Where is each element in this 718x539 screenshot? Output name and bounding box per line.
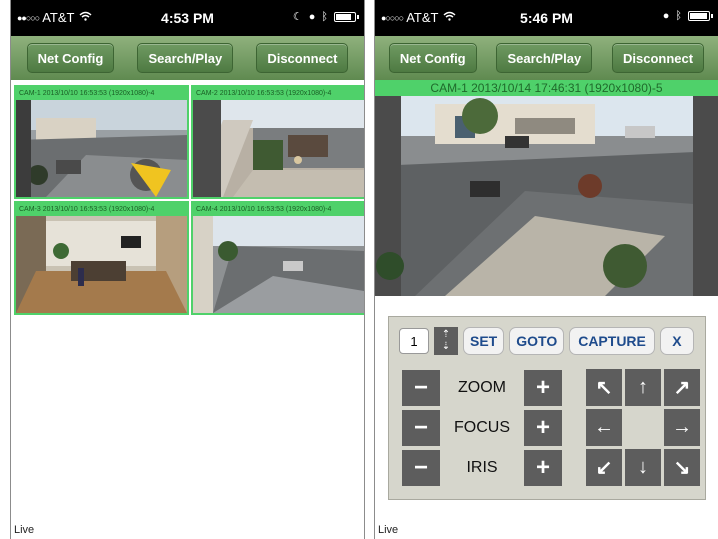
focus-label: FOCUS (454, 419, 510, 436)
camera-label: CAM-2 2013/10/10 16:53:53 (1920x1080)-4 (193, 87, 364, 100)
disconnect-button[interactable]: Disconnect (612, 43, 705, 73)
zoom-row: − ZOOM + (402, 369, 562, 407)
camera-tile-1[interactable]: CAM-1 2013/10/10 16:53:53 (1920x1080)-4 (14, 85, 189, 199)
status-icons: ☾ ● ᛒ (292, 10, 359, 23)
toolbar: Net Config Search/Play Disconnect (375, 36, 718, 80)
status-bar: ●○○○○ AT&T 5:46 PM ● ᛒ (375, 0, 718, 36)
pan-up-left-icon[interactable]: ↖ (586, 369, 622, 406)
live-label: Live (378, 524, 399, 536)
ptz-control-panel: 1 ⇡ ⇣ SET GOTO CAPTURE X − ZOOM + − FOCU… (388, 316, 706, 500)
camera-label: CAM-3 2013/10/10 16:53:53 (1920x1080)-4 (16, 203, 187, 216)
iris-plus-button[interactable]: + (524, 450, 562, 486)
camera-tile-4[interactable]: CAM-4 2013/10/10 16:53:53 (1920x1080)-4 (191, 201, 364, 315)
preset-number-field[interactable]: 1 (399, 328, 429, 354)
zoom-in-button[interactable]: + (524, 370, 562, 406)
tilt-up-icon[interactable]: ↑ (625, 369, 661, 406)
search-play-button[interactable]: Search/Play (137, 43, 234, 73)
lock-icon: ● (662, 10, 670, 22)
focus-row: − FOCUS + (402, 409, 562, 447)
battery-icon (334, 11, 359, 22)
pan-right-icon[interactable]: → (664, 409, 700, 446)
lens-controls: − ZOOM + − FOCUS + − IRIS + (402, 369, 562, 489)
zoom-label: ZOOM (458, 379, 506, 396)
camera-tile-3[interactable]: CAM-3 2013/10/10 16:53:53 (1920x1080)-4 (14, 201, 189, 315)
set-button[interactable]: SET (463, 327, 505, 355)
camera-grid: CAM-1 2013/10/10 16:53:53 (1920x1080)-4 … (14, 85, 364, 315)
search-play-button[interactable]: Search/Play (496, 43, 593, 73)
pan-up-right-icon[interactable]: ↗ (664, 369, 700, 406)
close-button[interactable]: X (659, 327, 694, 355)
camera-feed-4 (193, 216, 364, 313)
iris-label: IRIS (466, 459, 498, 476)
iris-minus-button[interactable]: − (402, 450, 440, 486)
pan-down-right-icon[interactable]: ↘ (664, 449, 700, 486)
arrow-down-icon: ⇣ (441, 341, 451, 352)
camera-label: CAM-4 2013/10/10 16:53:53 (1920x1080)-4 (193, 203, 364, 216)
camera-feed-2 (193, 100, 364, 197)
iris-row: − IRIS + (402, 449, 562, 487)
camera-label: CAM-1 2013/10/14 17:46:31 (1920x1080)-5 (375, 80, 718, 97)
dpad-center (625, 409, 661, 446)
capture-button[interactable]: CAPTURE (569, 327, 655, 355)
net-config-button[interactable]: Net Config (26, 43, 115, 73)
lock-icon: ● (308, 10, 316, 23)
pan-tilt-pad: ↖ ↑ ↗ ← → ↙ ↓ ↘ (586, 369, 700, 487)
arrow-up-icon: ⇡ (441, 329, 451, 340)
toolbar: Net Config Search/Play Disconnect (11, 36, 364, 80)
zoom-out-button[interactable]: − (402, 370, 440, 406)
camera-feed-3 (16, 216, 187, 313)
battery-icon (688, 11, 713, 21)
pan-left-icon[interactable]: ← (586, 409, 622, 446)
phone-ptz-view: ●○○○○ AT&T 5:46 PM ● ᛒ Net Config Search… (374, 0, 718, 539)
focus-minus-button[interactable]: − (402, 410, 440, 446)
pan-down-left-icon[interactable]: ↙ (586, 449, 622, 486)
tilt-down-icon[interactable]: ↓ (625, 449, 661, 486)
focus-plus-button[interactable]: + (524, 410, 562, 446)
status-bar: ●●○○○ AT&T 4:53 PM ☾ ● ᛒ (11, 0, 364, 36)
net-config-button[interactable]: Net Config (388, 43, 477, 73)
moon-icon: ☾ (292, 11, 303, 23)
live-label: Live (14, 524, 35, 536)
status-icons: ● ᛒ (662, 10, 713, 22)
camera-feed-large[interactable] (375, 96, 718, 296)
camera-tile-2[interactable]: CAM-2 2013/10/10 16:53:53 (1920x1080)-4 (191, 85, 364, 199)
disconnect-button[interactable]: Disconnect (256, 43, 349, 73)
preset-row: 1 ⇡ ⇣ SET GOTO CAPTURE X (399, 327, 699, 355)
bluetooth-icon: ᛒ (675, 10, 682, 22)
bluetooth-icon: ᛒ (321, 10, 328, 23)
goto-button[interactable]: GOTO (509, 327, 565, 355)
camera-label: CAM-1 2013/10/10 16:53:53 (1920x1080)-4 (16, 87, 187, 100)
preset-stepper[interactable]: ⇡ ⇣ (434, 327, 458, 355)
camera-feed-1 (16, 100, 187, 197)
phone-grid-view: ●●○○○ AT&T 4:53 PM ☾ ● ᛒ Net Config Sear… (10, 0, 365, 539)
